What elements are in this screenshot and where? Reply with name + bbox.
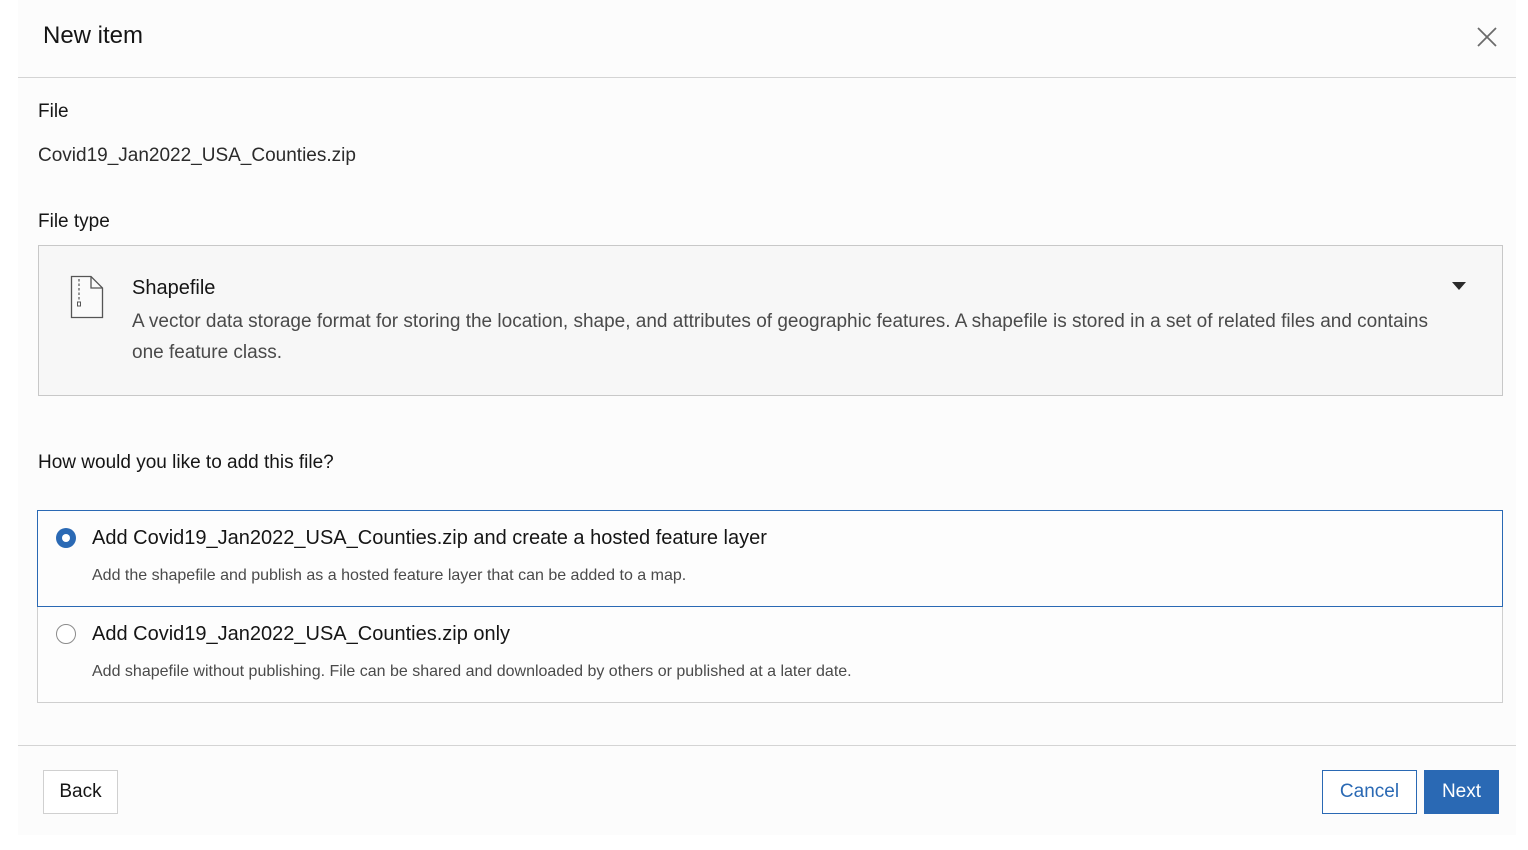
file-type-dropdown[interactable]: Shapefile A vector data storage format f…: [38, 245, 1503, 396]
dialog-footer: Back Cancel Next: [18, 745, 1516, 835]
close-icon: [1477, 27, 1497, 47]
cancel-button[interactable]: Cancel: [1322, 770, 1417, 814]
file-type-description: A vector data storage format for storing…: [132, 311, 1428, 363]
option-add-file-only[interactable]: Add Covid19_Jan2022_USA_Counties.zip onl…: [37, 606, 1503, 703]
radio-button-selected[interactable]: [56, 528, 76, 548]
back-button[interactable]: Back: [43, 770, 118, 814]
file-name: Covid19_Jan2022_USA_Counties.zip: [38, 145, 356, 166]
file-zip-icon: [70, 275, 104, 319]
close-button[interactable]: [1474, 24, 1500, 50]
file-type-label: File type: [38, 211, 110, 232]
file-label: File: [38, 101, 69, 122]
new-item-dialog: New item File Covid19_Jan2022_USA_Counti…: [18, 0, 1516, 835]
option-description: Add the shapefile and publish as a hoste…: [92, 567, 687, 584]
next-button[interactable]: Next: [1424, 770, 1499, 814]
dialog-title: New item: [43, 22, 144, 49]
radio-button[interactable]: [56, 624, 76, 644]
add-method-question: How would you like to add this file?: [38, 452, 334, 473]
option-title: Add Covid19_Jan2022_USA_Counties.zip onl…: [92, 623, 511, 645]
caret-down-icon: [1451, 280, 1467, 292]
option-title: Add Covid19_Jan2022_USA_Counties.zip and…: [92, 527, 767, 549]
dialog-header: New item: [18, 0, 1516, 78]
file-type-name: Shapefile: [132, 277, 216, 299]
option-description: Add shapefile without publishing. File c…: [92, 663, 852, 680]
option-create-hosted-layer[interactable]: Add Covid19_Jan2022_USA_Counties.zip and…: [37, 510, 1503, 607]
